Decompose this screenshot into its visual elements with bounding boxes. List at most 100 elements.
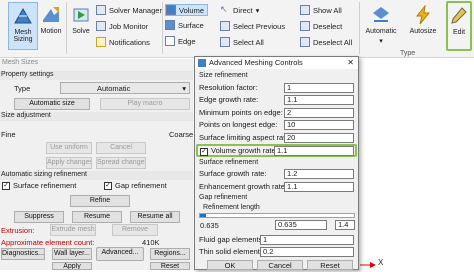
gap-refinement-checkbox[interactable]: ✓ Gap refinement — [104, 181, 167, 190]
deselect-button[interactable]: Deselect — [300, 21, 342, 31]
select-all-button[interactable]: Select All — [220, 37, 264, 47]
solver-manager-icon — [96, 5, 106, 15]
surface-aspect-label: Surface limiting aspect ratio: — [199, 133, 294, 142]
fine-label: Fine — [1, 130, 16, 139]
size-adjustment-header: Size adjustment — [0, 112, 193, 121]
surface-refinement-checkbox[interactable]: ✓ Surface refinement — [2, 181, 76, 190]
dialog-title: Advanced Meshing Controls — [209, 58, 303, 67]
ok-button[interactable]: OK — [207, 260, 253, 270]
edge-growth-row: Edge growth rate: 1.1 — [198, 95, 356, 105]
surface-button[interactable]: Surface — [165, 20, 204, 30]
show-all-button[interactable]: Show All — [300, 5, 342, 15]
automatic-dropdown[interactable]: Automatic ▾ — [362, 2, 400, 50]
slider-max-field[interactable]: 1.4 — [335, 220, 355, 230]
fluid-gap-input[interactable]: 1 — [260, 235, 354, 245]
direct-icon: ↖ — [220, 4, 228, 14]
resolution-factor-input[interactable]: 1 — [284, 83, 354, 93]
type-select-value: Automatic — [97, 84, 131, 93]
dialog-cancel-button[interactable]: Cancel — [257, 260, 303, 270]
solver-manager-button[interactable]: Solver Manager — [96, 5, 162, 15]
surface-growth-input[interactable]: 1.2 — [284, 169, 354, 179]
resume-button[interactable]: Resume — [72, 211, 122, 223]
volume-button[interactable]: Volume — [165, 4, 209, 16]
automatic-icon — [373, 7, 389, 22]
surface-growth-label: Surface growth rate: — [199, 169, 267, 178]
mesh-sizing-button[interactable]: Mesh Sizing — [8, 2, 38, 50]
direct-dropdown[interactable]: ↖ Direct ▾ — [220, 5, 259, 15]
diagnostics-button[interactable]: Diagnostics... — [1, 248, 45, 260]
edge-growth-input[interactable]: 1.1 — [284, 95, 354, 105]
points-longest-edge-input[interactable]: 10 — [284, 120, 354, 130]
enhancement-growth-row: Enhancement growth rate: 1.1 — [198, 182, 356, 192]
surface-refinement-section: Surface refinement — [199, 159, 259, 166]
motion-label: Motion — [40, 28, 62, 35]
apply-button[interactable]: Apply — [52, 262, 92, 270]
deselect-all-button[interactable]: Deselect All — [300, 37, 352, 47]
graphics-viewport[interactable]: X — [360, 58, 474, 270]
ribbon: Mesh Sizing Motion Solve Solver Manager … — [0, 0, 474, 58]
property-settings-header: Property settings — [0, 71, 193, 80]
points-longest-edge-row: Points on longest edge: 10 — [198, 120, 356, 130]
enhancement-growth-label: Enhancement growth rate: — [199, 182, 287, 191]
deselect-all-icon — [300, 37, 310, 47]
chevron-down-icon: ▾ — [255, 5, 260, 15]
spread-changes-button[interactable]: Spread changes — [96, 157, 146, 169]
remove-button[interactable]: Remove — [112, 224, 158, 236]
autosize-button[interactable]: Autosize — [406, 2, 440, 50]
solve-label: Solve — [72, 28, 90, 35]
wall-layer-button[interactable]: Wall layer... — [52, 248, 92, 260]
solve-button[interactable]: Solve — [68, 2, 94, 50]
automatic-sizing-refinement-header: Automatic sizing refinement — [0, 171, 193, 180]
mesh-sizing-label: Mesh Sizing — [13, 29, 33, 43]
motion-button[interactable]: Motion — [38, 2, 64, 50]
refinement-length-slider[interactable] — [199, 213, 355, 218]
resume-all-button[interactable]: Resume all — [130, 211, 180, 223]
enhancement-growth-input[interactable]: 1.1 — [284, 182, 354, 192]
edge-growth-label: Edge growth rate: — [199, 95, 259, 104]
chevron-down-icon: ▾ — [379, 38, 383, 45]
approximate-count-label: Approximate element count: — [1, 238, 95, 247]
job-monitor-button[interactable]: Job Monitor — [96, 21, 148, 31]
extrude-mesh-button[interactable]: Extrude mesh — [50, 224, 96, 236]
slider-thumb[interactable] — [200, 214, 206, 217]
edit-button[interactable]: Edit — [446, 1, 472, 51]
reset-button[interactable]: Reset — [150, 262, 190, 270]
dialog-titlebar: Advanced Meshing Controls ✕ — [195, 57, 358, 69]
check-icon: ✓ — [104, 181, 112, 190]
automatic-size-button[interactable]: Automatic size — [14, 98, 90, 110]
edge-button[interactable]: Edge — [165, 36, 196, 46]
close-icon[interactable]: ✕ — [347, 57, 354, 69]
refinement-length-input[interactable]: 0.635 — [275, 220, 327, 230]
x-axis-label: X — [378, 258, 384, 267]
dialog-reset-button[interactable]: Reset — [307, 260, 353, 270]
volume-growth-checkbox[interactable]: ✓ — [200, 148, 208, 156]
use-uniform-button[interactable]: Use uniform — [46, 142, 92, 154]
dialog-app-icon — [198, 59, 206, 67]
extrusion-label: Extrusion: — [1, 226, 35, 235]
refine-button[interactable]: Refine — [70, 195, 130, 207]
select-all-label: Select All — [233, 37, 264, 47]
size-refinement-section: Size refinement — [199, 72, 248, 79]
volume-growth-label: Volume growth rate: — [211, 146, 278, 155]
thin-solid-label: Thin solid elements: — [199, 247, 266, 256]
fluid-gap-row: Fluid gap elements: 1 — [198, 235, 356, 245]
min-points-edge-input[interactable]: 2 — [284, 108, 354, 118]
suppress-button[interactable]: Suppress — [14, 211, 64, 223]
play-macro-button[interactable]: Play macro — [100, 98, 190, 110]
select-all-icon — [220, 37, 230, 47]
min-points-edge-row: Minimum points on edge: 2 — [198, 108, 356, 118]
volume-growth-input[interactable]: 1.1 — [274, 146, 354, 156]
cancel-button[interactable]: Cancel — [96, 142, 146, 154]
slider-min-label: 0.635 — [200, 221, 219, 230]
select-previous-button[interactable]: Select Previous — [220, 21, 285, 31]
advanced-button[interactable]: Advanced... — [96, 247, 144, 261]
solve-icon — [73, 8, 89, 22]
apply-changes-button[interactable]: Apply changes — [46, 157, 92, 169]
surface-label: Surface — [178, 20, 204, 30]
regions-button[interactable]: Regions... — [150, 248, 190, 260]
thin-solid-input[interactable]: 0.2 — [260, 247, 354, 257]
type-select[interactable]: Automatic ▾ — [60, 82, 190, 94]
gap-refinement-section: Gap refinement — [199, 194, 248, 201]
notifications-button[interactable]: Notifications — [96, 37, 150, 47]
surface-aspect-input[interactable]: 20 — [284, 133, 354, 143]
